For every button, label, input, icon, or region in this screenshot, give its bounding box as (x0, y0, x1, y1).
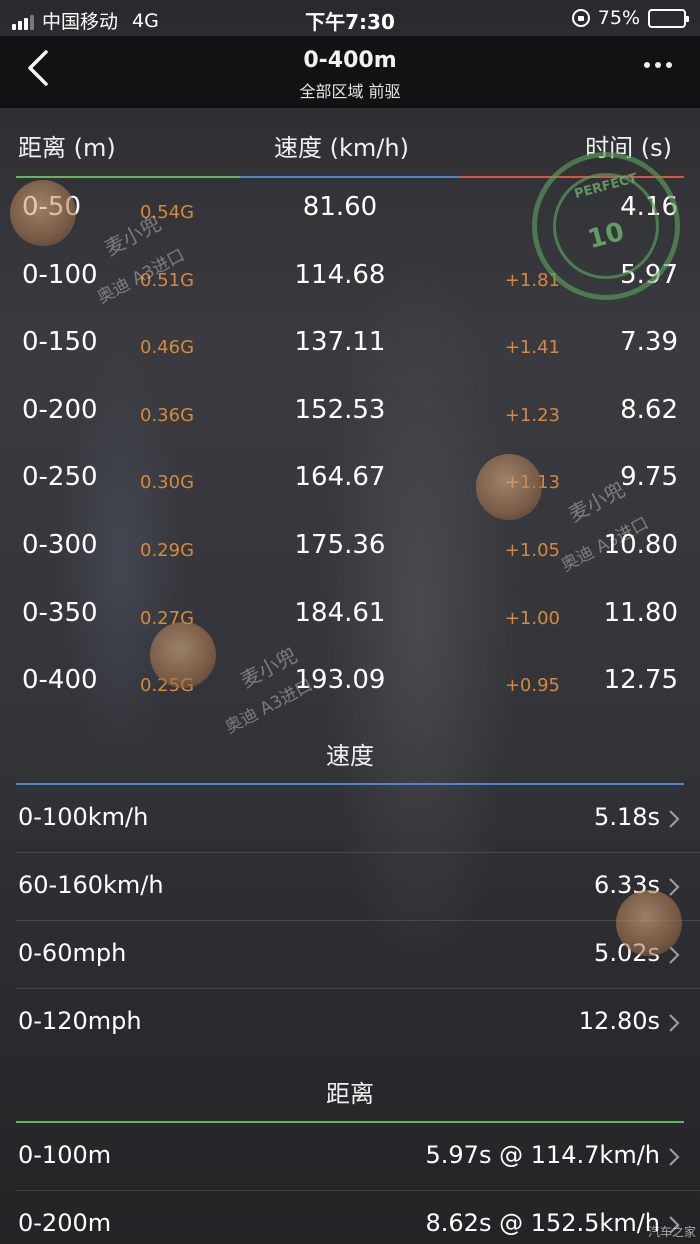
row-time: 11.80 (603, 597, 678, 628)
row-time: 9.75 (620, 462, 678, 493)
distance-list: 0-100m 5.97s @ 114.7km/h 0-200m 8.62s @ … (16, 1123, 700, 1244)
item-label: 60-160km/h (18, 871, 164, 899)
row-delta: +1.23 (504, 404, 560, 426)
battery-percent: 75% (597, 7, 640, 29)
item-value: 5.97s @ 114.7km/h (425, 1141, 660, 1169)
nav-bar: 0-400m 全部区域 前驱 (0, 36, 700, 108)
row-distance: 0-150 (22, 327, 98, 358)
row-time: 8.62 (620, 394, 678, 425)
chevron-right-icon (669, 810, 680, 828)
more-dot-icon (655, 62, 661, 68)
more-dot-icon (666, 62, 672, 68)
row-distance: 0-250 (22, 462, 98, 493)
row-g-force: 0.54G (140, 202, 195, 223)
table-row: 0-350 0.27G 184.61 +1.00 11.80 (0, 584, 700, 652)
list-item[interactable]: 0-200m 8.62s @ 152.5km/h (16, 1191, 700, 1244)
row-delta: +1.41 (504, 337, 560, 359)
table-row: 0-400 0.25G 193.09 +0.95 12.75 (0, 651, 700, 719)
page-subtitle: 全部区域 前驱 (299, 82, 401, 101)
row-delta: +1.05 (504, 539, 560, 561)
row-distance: 0-200 (22, 394, 98, 425)
speed-column-header: 速度 (km/h) (274, 134, 409, 162)
table-row: 0-200 0.36G 152.53 +1.23 8.62 (0, 381, 700, 449)
chevron-right-icon (669, 1014, 680, 1032)
row-distance: 0-350 (22, 597, 98, 628)
more-button[interactable] (644, 62, 672, 68)
item-value: 5.18s (594, 803, 660, 831)
speed-list: 0-100km/h 5.18s 60-160km/h 6.33s 0-60mph… (16, 785, 700, 1057)
status-bar: 中国移动 4G 下午7:30 75% (0, 0, 700, 36)
row-g-force: 0.27G (140, 607, 195, 629)
item-label: 0-100m (18, 1141, 112, 1169)
row-speed: 184.61 (294, 597, 386, 628)
row-g-force: 0.51G (140, 269, 195, 291)
row-delta: +1.13 (504, 472, 560, 494)
item-value: 12.80s (578, 1007, 660, 1035)
row-g-force: 0.25G (140, 675, 195, 697)
distance-section-title: 距离 (326, 1080, 374, 1108)
row-speed: 164.67 (294, 462, 386, 493)
battery-icon (648, 8, 689, 28)
speed-section-title: 速度 (326, 742, 374, 770)
item-value: 8.62s @ 152.5km/h (425, 1209, 660, 1237)
chevron-right-icon (669, 1148, 680, 1166)
row-speed: 175.36 (294, 529, 386, 560)
row-speed: 152.53 (294, 394, 386, 425)
row-speed: 81.60 (302, 192, 378, 222)
list-item[interactable]: 0-120mph 12.80s (16, 989, 700, 1057)
row-distance: 0-100 (22, 259, 98, 290)
row-speed: 137.11 (294, 327, 386, 358)
row-g-force: 0.29G (140, 539, 195, 561)
list-item[interactable]: 0-100km/h 5.18s (16, 785, 700, 853)
row-time: 10.80 (603, 529, 678, 560)
row-speed: 193.09 (294, 665, 386, 696)
rotation-lock-icon (571, 9, 590, 27)
site-logo: 汽车之家 (647, 1225, 696, 1239)
item-label: 0-60mph (18, 939, 127, 967)
item-value: 5.02s (594, 939, 660, 967)
list-item[interactable]: 0-60mph 5.02s (16, 921, 700, 989)
item-label: 0-120mph (18, 1007, 142, 1035)
item-label: 0-100km/h (18, 803, 149, 831)
item-value: 6.33s (594, 871, 660, 899)
more-dot-icon (644, 62, 650, 68)
row-g-force: 0.36G (140, 404, 195, 426)
row-delta: +1.00 (504, 607, 560, 629)
item-label: 0-200m (18, 1209, 112, 1237)
row-distance: 0-400 (22, 665, 98, 696)
row-distance: 0-300 (22, 529, 98, 560)
chevron-right-icon (669, 878, 680, 896)
list-item[interactable]: 0-100m 5.97s @ 114.7km/h (16, 1123, 700, 1191)
list-item[interactable]: 60-160km/h 6.33s (16, 853, 700, 921)
chevron-right-icon (669, 946, 680, 964)
table-row: 0-300 0.29G 175.36 +1.05 10.80 (0, 516, 700, 584)
perfect-stamp: PERFECT 10 (532, 152, 680, 300)
row-speed: 114.68 (294, 259, 386, 290)
table-row: 0-150 0.46G 137.11 +1.41 7.39 (0, 313, 700, 381)
row-time: 7.39 (620, 327, 678, 358)
row-delta: +0.95 (504, 675, 560, 697)
status-right: 75% (571, 7, 689, 29)
row-distance: 0-50 (22, 192, 82, 222)
row-g-force: 0.30G (140, 472, 195, 494)
page-title: 0-400m (303, 48, 397, 73)
distance-column-header: 距离 (m) (18, 134, 116, 162)
row-time: 12.75 (603, 665, 678, 696)
row-g-force: 0.46G (140, 337, 195, 359)
table-row: 0-250 0.30G 164.67 +1.13 9.75 (0, 448, 700, 516)
